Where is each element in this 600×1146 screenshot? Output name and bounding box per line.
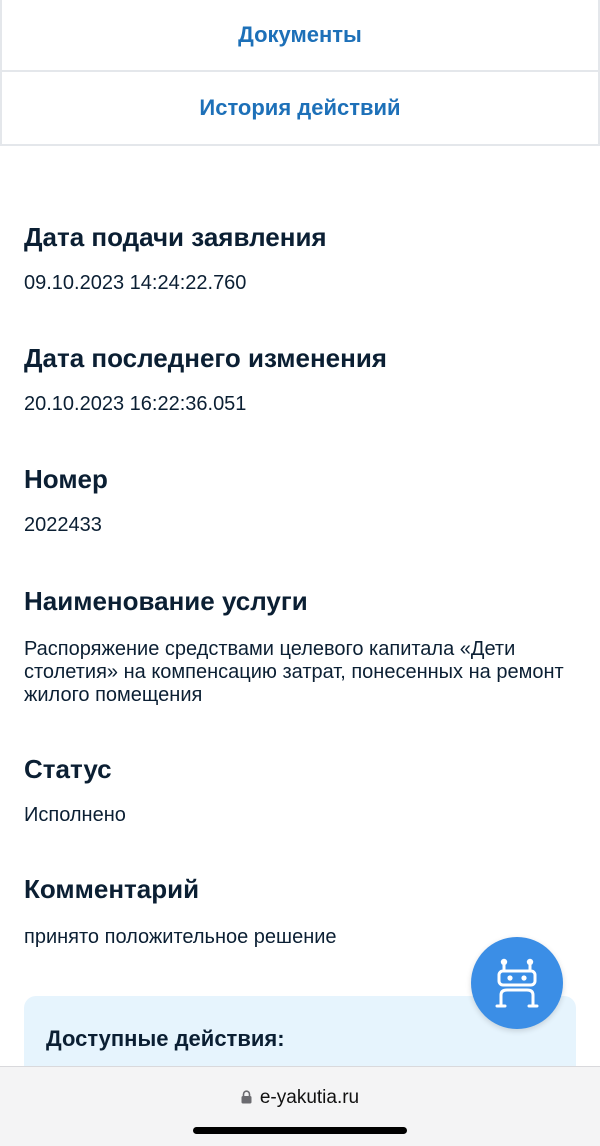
service-name-value: Распоряжение средствами целевого капитал… [24, 638, 564, 706]
submission-date-section: Дата подачи заявления 09.10.2023 14:24:2… [24, 222, 576, 295]
last-modified-value: 20.10.2023 16:22:36.051 [24, 393, 247, 415]
lock-icon [241, 1090, 252, 1104]
number-value: 2022433 [24, 514, 102, 536]
available-actions-title: Доступные действия: [46, 1026, 285, 1051]
home-indicator[interactable] [193, 1127, 407, 1134]
site-url: e-yakutia.ru [259, 1087, 360, 1108]
number-label: Номер [24, 464, 108, 494]
documents-tab-label: Документы [238, 22, 362, 47]
number-section: Номер 2022433 [24, 464, 576, 537]
documents-tab-button[interactable]: Документы [0, 0, 600, 72]
robot-icon [495, 958, 539, 1008]
submission-date-label: Дата подачи заявления [24, 222, 327, 252]
comment-label: Комментарий [24, 874, 200, 904]
status-section: Статус Исполнено [24, 754, 576, 827]
last-modified-label: Дата последнего изменения [24, 343, 387, 373]
service-name-label: Наименование услуги [24, 586, 308, 616]
comment-section: Комментарий принято положительное решени… [24, 874, 576, 949]
history-tab-button[interactable]: История действий [0, 72, 600, 146]
status-value: Исполнено [24, 804, 126, 826]
browser-address-bar[interactable]: e-yakutia.ru [0, 1066, 600, 1146]
submission-date-value: 09.10.2023 14:24:22.760 [24, 272, 247, 294]
address-display[interactable]: e-yakutia.ru [0, 1087, 600, 1109]
service-name-section: Наименование услуги Распоряжение средств… [24, 586, 576, 707]
assistant-button[interactable] [471, 937, 563, 1029]
last-modified-section: Дата последнего изменения 20.10.2023 16:… [24, 343, 576, 416]
history-tab-label: История действий [199, 95, 401, 120]
status-label: Статус [24, 754, 112, 784]
